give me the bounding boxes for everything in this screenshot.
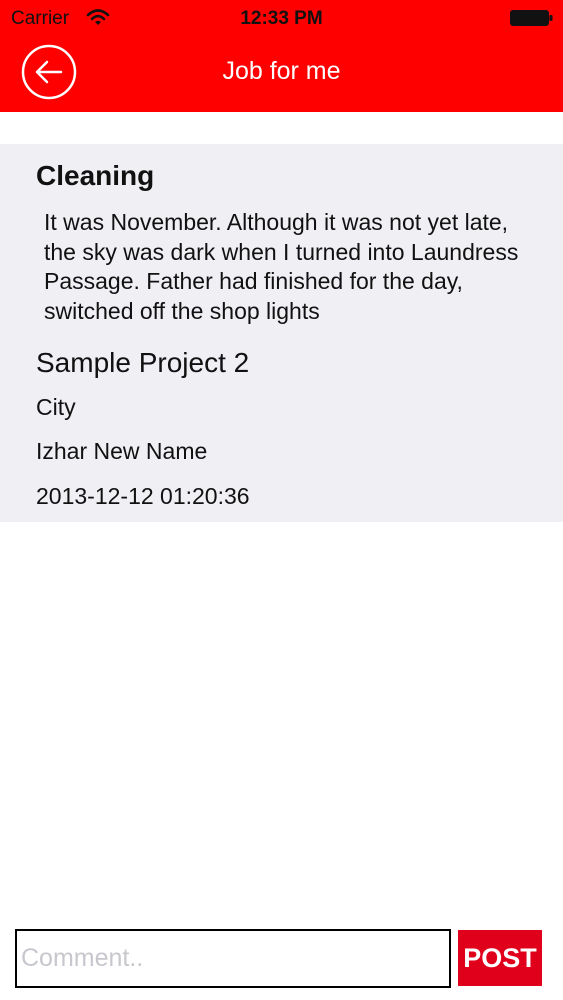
battery-full-icon (510, 10, 553, 26)
header: Carrier 12:33 PM Job for me (0, 0, 563, 112)
job-card: Cleaning It was November. Although it wa… (0, 144, 563, 522)
project-name: Sample Project 2 (36, 347, 250, 378)
job-timestamp: 2013-12-12 01:20:36 (36, 483, 250, 509)
comment-input[interactable] (15, 929, 451, 988)
page-title: Job for me (222, 57, 341, 85)
status-bar: Carrier 12:33 PM (0, 0, 563, 38)
job-owner-name: Izhar New Name (36, 438, 208, 464)
clock-time: 12:33 PM (240, 8, 323, 29)
job-description: It was November. Although it was not yet… (44, 209, 519, 324)
job-detail-screen: Carrier 12:33 PM Job for me Cleaning It … (0, 0, 563, 1000)
navigation-bar: Job for me (0, 38, 563, 112)
post-button[interactable]: POST (458, 930, 542, 986)
job-city: City (36, 394, 76, 420)
job-title: Cleaning (36, 160, 155, 191)
